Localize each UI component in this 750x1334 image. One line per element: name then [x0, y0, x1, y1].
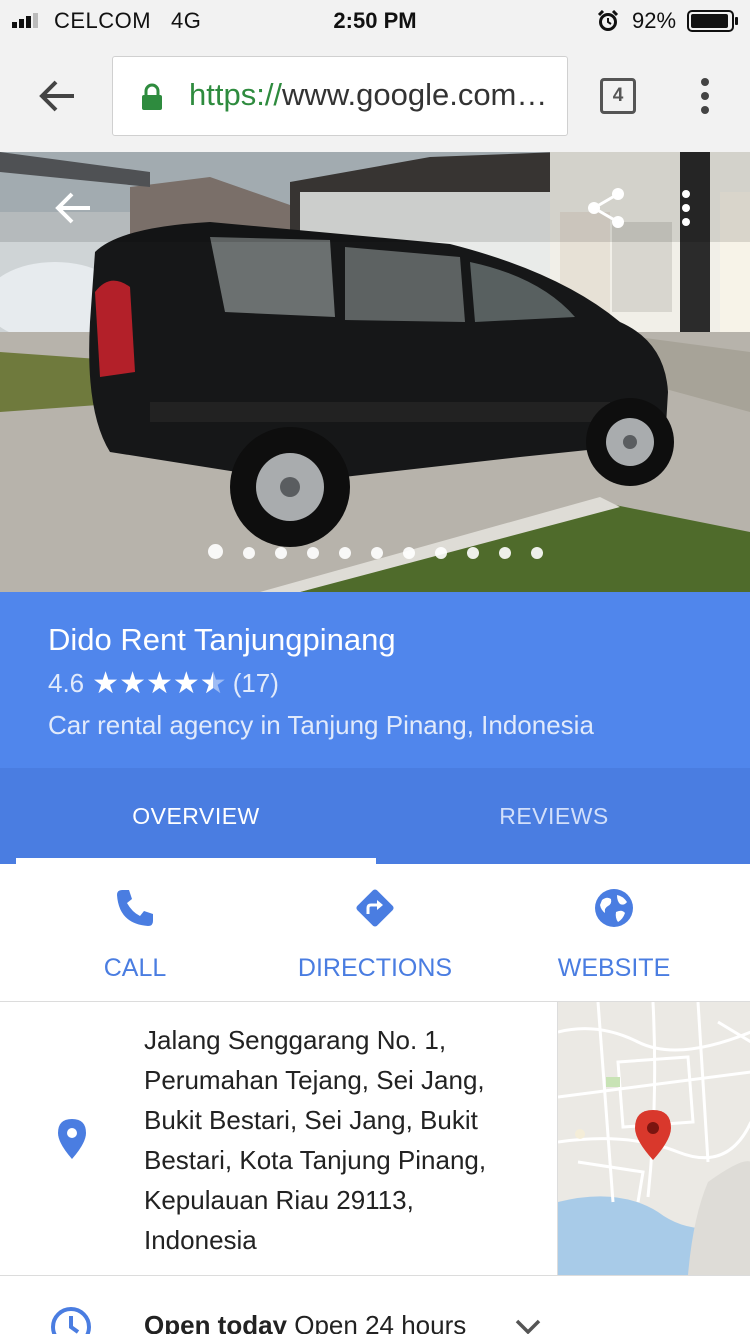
map-thumbnail[interactable] [557, 1002, 750, 1275]
carousel-dot[interactable] [242, 547, 255, 559]
directions-button[interactable]: DIRECTIONS [255, 864, 495, 1002]
place-name: Dido Rent Tanjungpinang [48, 622, 396, 657]
tab-overview[interactable]: OVERVIEW [16, 768, 376, 864]
carousel-dot[interactable] [207, 544, 223, 559]
globe-icon [595, 889, 633, 927]
call-label: CALL [103, 954, 167, 982]
place-category: Car rental agency in Tanjung Pinang, Ind… [48, 710, 594, 740]
address-row[interactable]: Jalang Senggarang No. 1, Perumahan Tejan… [0, 1002, 750, 1276]
website-button[interactable]: WEBSITE [494, 864, 734, 1002]
tab-bar: OVERVIEW REVIEWS [0, 768, 750, 864]
hours-row[interactable]: Open today Open 24 hours [0, 1276, 750, 1334]
map-drawing [558, 1002, 750, 1275]
tab-switcher-button[interactable]: 4 [600, 78, 636, 114]
status-bar: CELCOM 4G 2:50 PM 92% [0, 0, 750, 40]
battery-icon [687, 10, 738, 32]
star-rating-icon: ★ ★ ★ ★ ★ [92, 668, 227, 699]
address-text: Jalang Senggarang No. 1, Perumahan Tejan… [144, 1025, 487, 1255]
lock-icon [142, 83, 162, 110]
car-photo [0, 152, 750, 592]
carousel-dot[interactable] [434, 547, 447, 559]
place-header: Dido Rent Tanjungpinang 4.6 ★★★★★ (17) C… [0, 592, 750, 768]
alarm-icon [597, 10, 619, 31]
website-label: WEBSITE [557, 954, 671, 982]
clock-icon [51, 1307, 91, 1334]
rating-row[interactable]: 4.6 ★★★★★ (17) [48, 668, 279, 699]
rating-value: 4.6 [48, 668, 85, 698]
chevron-down-icon[interactable] [514, 1318, 542, 1334]
action-buttons: CALL DIRECTIONS WEBSITE [0, 864, 750, 1002]
carousel-dot[interactable] [402, 547, 415, 559]
url-text: https://www.google.com… [189, 77, 548, 112]
carousel-dot[interactable] [274, 547, 287, 559]
overflow-menu-icon[interactable] [690, 74, 720, 118]
photo-carousel[interactable] [0, 152, 750, 592]
directions-icon [356, 889, 394, 927]
back-arrow-icon[interactable] [30, 74, 84, 118]
location-pin-icon [58, 1119, 86, 1159]
carousel-dot[interactable] [498, 547, 511, 559]
battery-percent: 92% [632, 8, 677, 33]
more-vert-icon[interactable] [672, 188, 700, 228]
browser-toolbar: https://www.google.com… 4 [0, 40, 750, 152]
carousel-dot[interactable] [306, 547, 319, 559]
hours-text: Open today Open 24 hours [144, 1310, 467, 1334]
address-bar[interactable]: https://www.google.com… [112, 56, 568, 136]
review-count: (17) [232, 668, 279, 698]
phone-icon [117, 890, 153, 926]
carousel-dot[interactable] [466, 547, 479, 559]
share-icon[interactable] [586, 186, 626, 230]
call-button[interactable]: CALL [15, 864, 255, 1002]
back-arrow-icon[interactable] [50, 188, 94, 228]
tab-reviews[interactable]: REVIEWS [374, 768, 734, 864]
carousel-dot[interactable] [370, 547, 383, 559]
carousel-dots[interactable] [0, 544, 750, 559]
carousel-dot[interactable] [338, 547, 351, 559]
directions-label: DIRECTIONS [297, 954, 453, 982]
carousel-dot[interactable] [530, 547, 543, 559]
